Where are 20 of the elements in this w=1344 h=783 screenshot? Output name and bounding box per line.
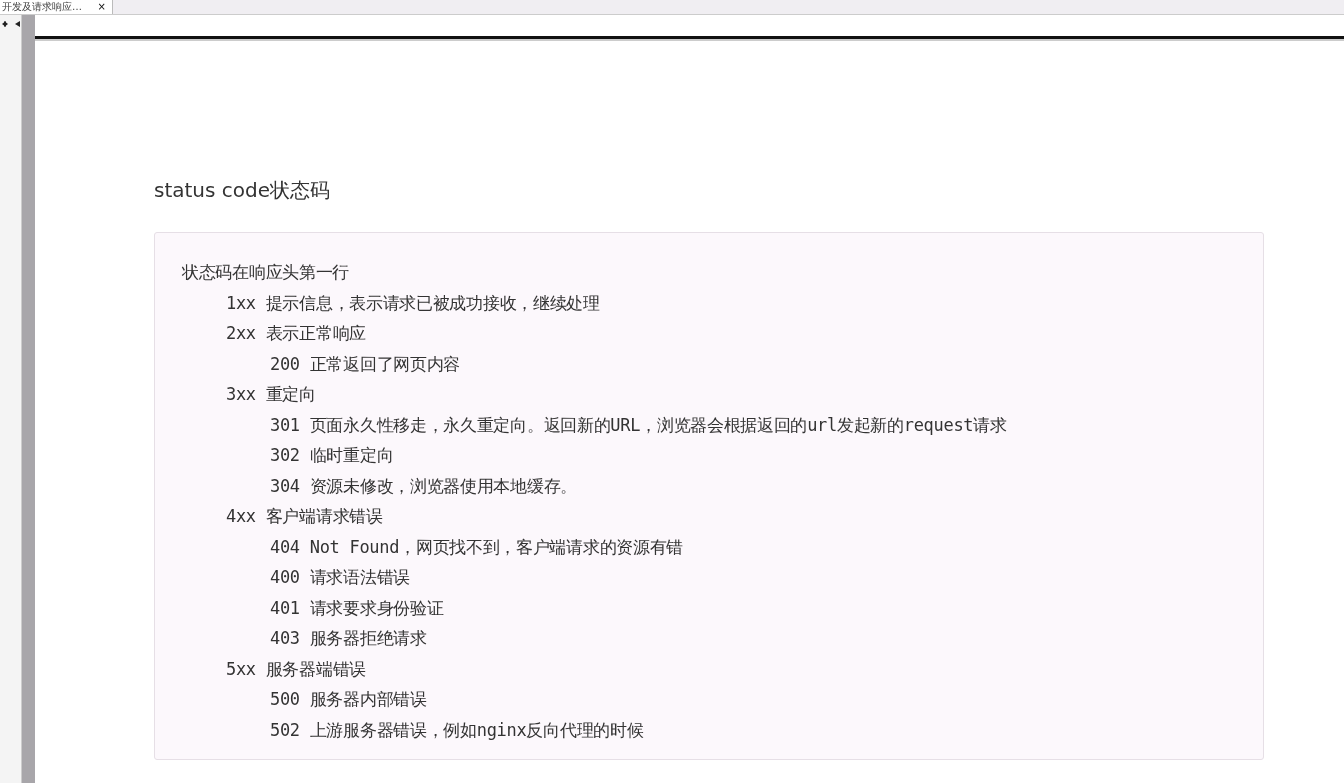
code-line: 状态码在响应头第一行 (182, 261, 350, 284)
code-line: 200 正常返回了网页内容 (270, 352, 462, 376)
arrows-icon[interactable] (1, 20, 20, 28)
code-line: 5xx 服务器端错误 (226, 657, 367, 681)
code-line: 4xx 客户端请求错误 (226, 505, 384, 528)
code-line: 301 页面永久性移走，永久重定向。返回新的URL，浏览器会根据返回的url发起新的request请求 (270, 413, 1008, 437)
code-line: 502 上游服务器错误，例如nginx反向代理的时候 (270, 718, 645, 742)
code-line: 400 请求语法错误 (270, 566, 411, 589)
section-heading: status code状态码 (154, 177, 332, 204)
code-line: 401 请求要求身份验证 (270, 596, 445, 620)
document-tab[interactable]: 开发及请求响应… × (0, 0, 113, 14)
code-line: 1xx 提示信息，表示请求已被成功接收，继续处理 (226, 291, 601, 315)
code-line: 304 资源未修改，浏览器使用本地缓存。 (270, 474, 578, 498)
code-line: 500 服务器内部错误 (270, 688, 428, 711)
code-line: 404 Not Found，网页找不到，客户端请求的资源有错 (270, 535, 685, 559)
code-line: 403 服务器拒绝请求 (270, 627, 428, 650)
code-line: 2xx 表示正常响应 (226, 322, 367, 345)
code-line: 302 临时重定向 (270, 444, 395, 467)
close-button[interactable]: × (97, 0, 112, 14)
code-line: 3xx 重定向 (226, 383, 317, 406)
